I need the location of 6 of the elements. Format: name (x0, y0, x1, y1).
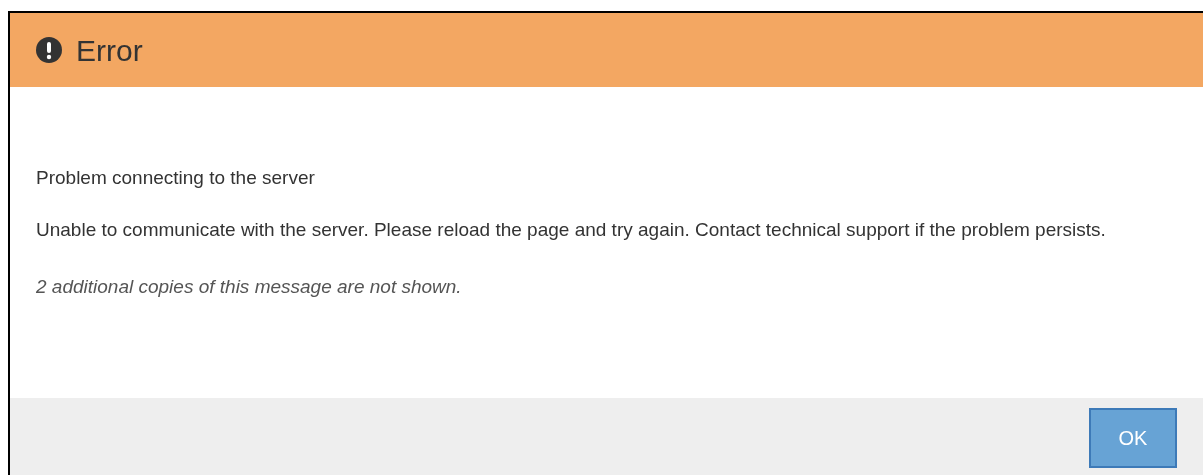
dialog-title: Error (76, 32, 143, 69)
ok-button[interactable]: OK (1089, 408, 1177, 468)
copies-note: 2 additional copies of this message are not shown. (36, 275, 463, 299)
exclamation-icon (36, 37, 62, 63)
error-message: Unable to communicate with the server. Please reload the page and try again. Contact technical support if the problem persists. (36, 218, 1107, 242)
error-heading: Problem connecting to the server (36, 166, 316, 190)
